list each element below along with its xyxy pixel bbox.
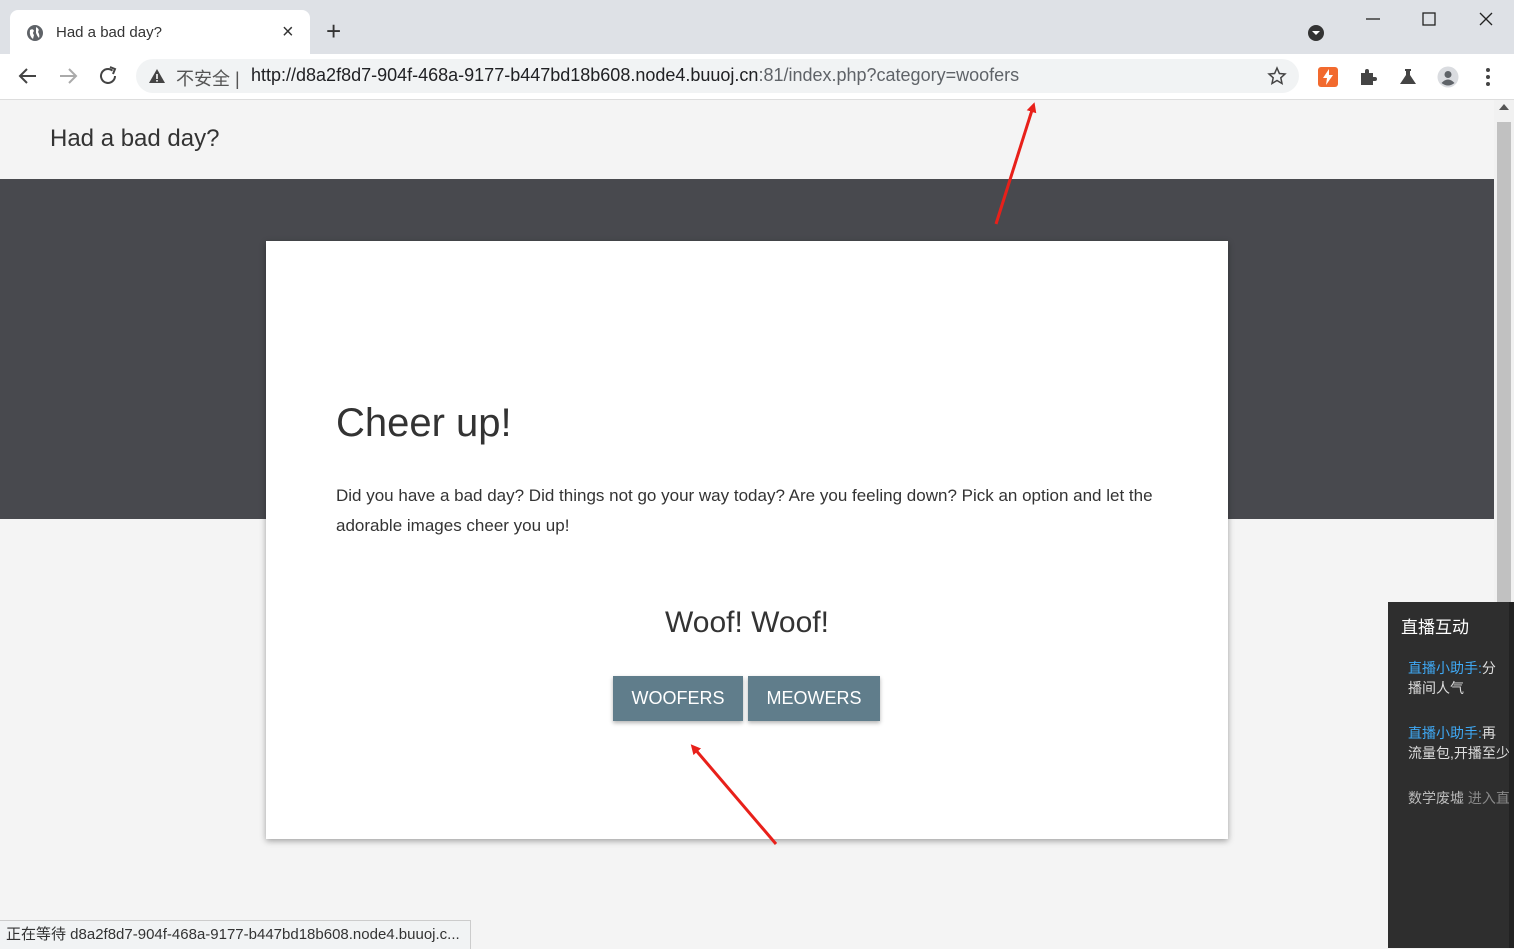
page-description: Did you have a bad day? Did things not g… — [336, 486, 1153, 535]
live-panel-title: 直播互动 — [1401, 618, 1469, 637]
page-heading: Cheer up! — [336, 401, 512, 445]
security-label[interactable]: 不安全 | — [176, 65, 240, 91]
close-window-icon[interactable] — [1477, 10, 1495, 28]
labs-flask-icon[interactable] — [1397, 66, 1419, 88]
scroll-up-arrow-icon[interactable] — [1499, 104, 1509, 110]
maximize-icon[interactable] — [1420, 10, 1438, 28]
extensions-puzzle-icon[interactable] — [1357, 66, 1379, 88]
live-interaction-panel: 直播互动 直播小助手:分 播间人气 直播小助手:再 流量包,开播至少 数学废墟 … — [1388, 602, 1514, 948]
meowers-button[interactable]: MEOWERS — [748, 676, 880, 721]
page-viewport: Had a bad day? Cheer up! Did you have a … — [0, 100, 1494, 948]
tab-search-icon[interactable] — [1307, 24, 1325, 42]
new-tab-icon[interactable]: + — [326, 18, 341, 44]
browser-toolbar: 不安全 | http://d8a2f8d7-904f-468a-9177-b44… — [0, 54, 1514, 100]
profile-avatar-icon[interactable] — [1437, 66, 1459, 88]
bookmark-star-icon[interactable] — [1267, 66, 1287, 86]
result-text: Woof! Woof! — [665, 606, 829, 639]
live-message: 数学废墟 进入直 — [1408, 790, 1510, 806]
browser-tab[interactable]: Had a bad day? × — [10, 10, 310, 54]
tab-title: Had a bad day? — [56, 24, 162, 41]
forward-icon[interactable] — [56, 64, 80, 88]
live-message: 直播小助手:再 流量包,开播至少 — [1408, 725, 1510, 761]
warning-icon[interactable] — [148, 67, 166, 85]
url-text[interactable]: http://d8a2f8d7-904f-468a-9177-b447bd18b… — [251, 65, 1019, 86]
minimize-icon[interactable] — [1364, 10, 1382, 28]
content-card: Cheer up! Did you have a bad day? Did th… — [266, 241, 1228, 839]
globe-icon — [27, 25, 43, 41]
browser-titlebar: Had a bad day? × + — [0, 0, 1514, 54]
live-message: 直播小助手:分 播间人气 — [1408, 660, 1496, 696]
extension-bolt-icon[interactable] — [1317, 66, 1339, 88]
status-bar: 正在等待 d8a2f8d7-904f-468a-9177-b447bd18b60… — [0, 920, 471, 949]
tab-close-icon[interactable]: × — [282, 21, 294, 44]
site-title[interactable]: Had a bad day? — [50, 125, 219, 153]
menu-kebab-icon[interactable] — [1477, 66, 1499, 88]
reload-icon[interactable] — [96, 64, 120, 88]
back-icon[interactable] — [16, 64, 40, 88]
woofers-button[interactable]: WOOFERS — [613, 676, 743, 721]
live-panel-scrollbar[interactable] — [1509, 602, 1514, 948]
